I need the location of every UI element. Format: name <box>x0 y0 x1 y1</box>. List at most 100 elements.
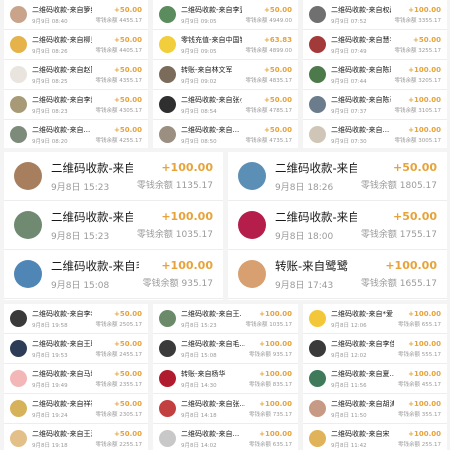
transaction-title: 二维码收款-来自张... <box>181 399 245 408</box>
avatar <box>309 430 326 447</box>
transaction-title: 二维码收款-来自... <box>32 125 91 134</box>
transaction-date: 9月8日 14:30 <box>181 382 217 389</box>
transaction-row[interactable]: 二维码收款-来自赵陈陈 9月9日 08:25 +50.00 零钱余额 4355.17 <box>4 60 148 90</box>
transaction-amount: +50.00 <box>113 65 142 74</box>
transaction-row[interactable]: 二维码收款-来自*爱 9月8日 12:06 +100.00 零钱余额 655.17 <box>303 304 447 334</box>
avatar <box>159 6 176 23</box>
transaction-amount: +100.00 <box>259 309 292 318</box>
avatar <box>10 370 27 387</box>
transaction-title: 零钱充值-来自中国银... <box>181 35 242 44</box>
transaction-row[interactable]: 转账-来自杨华 9月8日 14:30 +100.00 零钱余额 835.17 <box>153 364 298 394</box>
transaction-date: 9月9日 07:44 <box>331 78 367 85</box>
transaction-row[interactable]: 二维码收款-来自王活 9月8日 19:18 +50.00 零钱余额 2255.17 <box>4 424 148 450</box>
transaction-row[interactable]: 二维码收款-来自王聪 9月8日 19:53 +50.00 零钱余额 2455.17 <box>4 334 148 364</box>
transaction-title: 二维码收款-来自李壹胜 <box>181 5 242 14</box>
transaction-row[interactable]: 二维码收款-来自王... 9月8日 15:23 +100.00 零钱余额 1035.1… <box>153 304 298 334</box>
transaction-amount: +100.00 <box>408 95 441 104</box>
transaction-amount: +100.00 <box>408 125 441 134</box>
transaction-row[interactable]: 二维码收款-来自陈瑜 9月9日 07:44 +100.00 零钱余额 3205.17 <box>303 60 447 90</box>
transaction-row[interactable]: 二维码收款-来自... 9月9日 07:30 +100.00 零钱余额 3005.17 <box>303 120 447 148</box>
transaction-panel-4: 二维码收款-来自冰心9月8日 15:23+100.00零钱余额 1135.17二… <box>4 152 223 300</box>
wallet-balance: 零钱余额 4455.17 <box>95 17 143 24</box>
transaction-row[interactable]: 二维码收款-来自祥祥钰 9月8日 19:24 +50.00 零钱余额 2305.17 <box>4 394 148 424</box>
avatar <box>159 340 176 357</box>
transaction-row[interactable]: 二维码收款-来自箩纯 9月9日 08:40 +50.00 零钱余额 4455.17 <box>4 0 148 30</box>
avatar <box>10 66 27 83</box>
transaction-amount: +50.00 <box>392 210 437 223</box>
avatar <box>309 6 326 23</box>
transaction-row[interactable]: 二维码收款-来自陈表周 9月9日 07:37 +100.00 零钱余额 3105.17 <box>303 90 447 120</box>
transaction-row[interactable]: 二维码收款-来自... 9月9日 08:50 +50.00 零钱余额 4735.17 <box>153 120 298 148</box>
wallet-balance: 零钱余额 4835.17 <box>245 77 293 84</box>
wallet-balance: 零钱余额 4405.17 <box>95 47 143 54</box>
transaction-title: 二维码收款-来自柳贝 <box>32 35 92 44</box>
transaction-row[interactable]: 二维码收款-来自李佳颖 9月8日 12:02 +100.00 零钱余额 555.17 <box>303 334 447 364</box>
transaction-row[interactable]: 二维码收款-来自马堀 9月8日 19:49 +50.00 零钱余额 2355.17 <box>4 364 148 394</box>
transaction-date: 9月9日 09:05 <box>181 48 217 55</box>
transaction-title: 二维码收款-来自慧华 <box>331 35 391 44</box>
transaction-date: 9月9日 08:26 <box>32 48 68 55</box>
transaction-row[interactable]: 二维码收款-来自冰心 9月8日 15:23 +100.00 零钱余额 1135.17 <box>4 152 223 201</box>
transaction-row[interactable]: 二维码收款-来自胡涛 9月8日 11:50 +100.00 零钱余额 355.17 <box>303 394 447 424</box>
transaction-title: 二维码收款-来自... <box>331 125 390 134</box>
transaction-title: 二维码收款-来自赵陈陈 <box>32 65 92 74</box>
transaction-row[interactable]: 转账-来自林文军 9月9日 09:02 +50.00 零钱余额 4835.17 <box>153 60 298 90</box>
transaction-date: 9月9日 08:20 <box>32 138 68 145</box>
transaction-amount: +50.00 <box>113 339 142 348</box>
transaction-row[interactable]: 二维码收款-来自周劲松 9月8日 18:26 +50.00 零钱余额 1805.17 <box>228 152 447 201</box>
transaction-amount: +50.00 <box>113 125 142 134</box>
transaction-row[interactable]: 二维码收款-来自夏... 9月8日 11:56 +100.00 零钱余额 455.17 <box>303 364 447 394</box>
transaction-title: 二维码收款-来自王聪 <box>32 339 92 348</box>
transaction-row[interactable]: 二维码收款-来自毛... 9月8日 15:08 +100.00 零钱余额 935.17 <box>4 250 223 299</box>
transaction-panel-7: 二维码收款-来自王... 9月8日 15:23 +100.00 零钱余额 1035.1… <box>153 304 298 450</box>
transaction-row[interactable]: 二维码收款-来自柳贝 9月9日 08:26 +50.00 零钱余额 4405.17 <box>4 30 148 60</box>
transaction-row[interactable]: 二维码收款-来自毛... 9月8日 15:08 +100.00 零钱余额 935.17 <box>153 334 298 364</box>
wallet-balance: 零钱余额 935.17 <box>142 279 213 289</box>
wallet-balance: 零钱余额 3255.17 <box>394 47 442 54</box>
transaction-title: 二维码收款-来自陈瑜 <box>331 65 391 74</box>
transaction-row[interactable]: 二维码收款-来自... 9月8日 14:02 +100.00 零钱余额 635.17 <box>153 424 298 450</box>
avatar <box>309 310 326 327</box>
transaction-row[interactable]: 零钱充值-来自中国银... 9月9日 09:05 +63.83 零钱余额 4899.0… <box>153 30 298 60</box>
transaction-amount: +100.00 <box>259 399 292 408</box>
transaction-amount: +100.00 <box>408 399 441 408</box>
transaction-row[interactable]: 二维码收款-来自张小伍 9月9日 08:54 +50.00 零钱余额 4785.17 <box>153 90 298 120</box>
transaction-row[interactable]: 二维码收款-来自苏... 9月8日 18:00 +50.00 零钱余额 1755.17 <box>228 201 447 250</box>
transaction-title: 二维码收款-来自夏... <box>331 369 394 378</box>
transaction-row[interactable]: 二维码收款-来自王... 9月8日 15:23 +100.00 零钱余额 1035.1… <box>4 201 223 250</box>
transaction-row[interactable]: 二维码收款-来自李壹胜 9月9日 09:05 +50.00 零钱余额 4949.00 <box>153 0 298 30</box>
wallet-balance: 零钱余额 3355.17 <box>394 17 442 24</box>
transaction-amount: +100.00 <box>408 339 441 348</box>
wallet-balance: 零钱余额 635.17 <box>249 441 292 448</box>
transaction-title: 二维码收款-来自*爱 <box>331 309 394 318</box>
transaction-date: 9月9日 08:23 <box>32 108 68 115</box>
transaction-title: 二维码收款-来自周劲松 <box>275 160 357 175</box>
transaction-date: 9月8日 15:08 <box>181 352 217 359</box>
transaction-row[interactable]: 二维码收款-来自张... 9月8日 14:18 +100.00 零钱余额 735.17 <box>153 394 298 424</box>
transaction-row[interactable]: 转账-来自鹭鹭 9月8日 17:43 +100.00 零钱余额 1655.17 <box>228 250 447 299</box>
transaction-row[interactable]: 二维码收款-来自... 9月9日 08:20 +50.00 零钱余额 4255.17 <box>4 120 148 148</box>
transaction-row[interactable]: 二维码收款-来自权磊 9月9日 07:52 +100.00 零钱余额 3355.17 <box>303 0 447 30</box>
wallet-balance: 零钱余额 2455.17 <box>95 351 143 358</box>
transaction-title: 二维码收款-来自王活 <box>32 429 92 438</box>
transaction-row[interactable]: 二维码收款-来自李孝梁 9月8日 19:58 +50.00 零钱余额 2505.17 <box>4 304 148 334</box>
transaction-date: 9月9日 08:40 <box>32 18 68 25</box>
transaction-date: 9月8日 19:24 <box>32 412 68 419</box>
transaction-date: 9月8日 11:42 <box>331 442 367 449</box>
avatar <box>14 162 42 190</box>
wallet-balance: 零钱余额 2255.17 <box>95 441 143 448</box>
wallet-balance: 零钱余额 1035.17 <box>136 230 213 240</box>
transaction-row[interactable]: 二维码收款-来自宋 9月8日 11:42 +100.00 零钱余额 255.17 <box>303 424 447 450</box>
transaction-row[interactable]: 二维码收款-来自慧华 9月9日 07:49 +50.00 零钱余额 3255.17 <box>303 30 447 60</box>
avatar <box>159 370 176 387</box>
wallet-balance: 零钱余额 4899.00 <box>245 47 293 54</box>
transaction-row[interactable]: 二维码收款-来自李焕焕 9月9日 08:23 +50.00 零钱余额 4305.17 <box>4 90 148 120</box>
wallet-balance: 零钱余额 4255.17 <box>95 137 143 144</box>
avatar <box>159 310 176 327</box>
wallet-balance: 零钱余额 3105.17 <box>394 107 442 114</box>
transaction-amount: +100.00 <box>408 369 441 378</box>
wallet-balance: 零钱余额 355.17 <box>398 411 441 418</box>
avatar <box>159 430 176 447</box>
wallet-balance: 零钱余额 4355.17 <box>95 77 143 84</box>
wallet-balance: 零钱余额 3005.17 <box>394 137 442 144</box>
